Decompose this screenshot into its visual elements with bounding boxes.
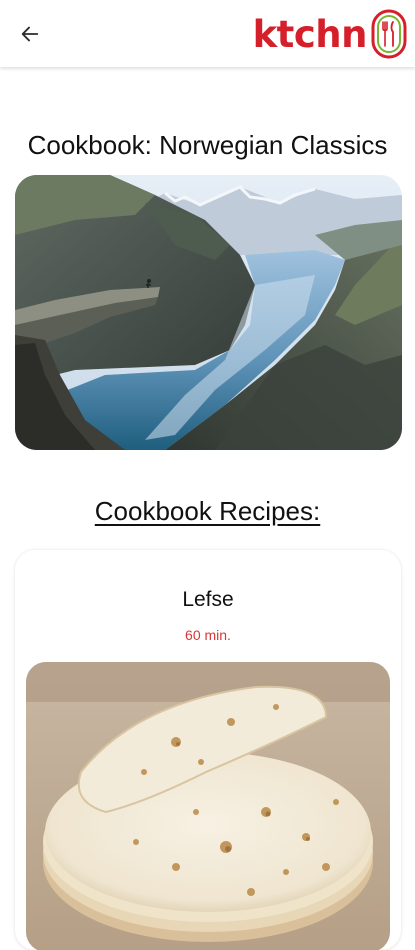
back-button[interactable] xyxy=(14,18,46,50)
arrow-left-icon xyxy=(21,26,39,42)
brand-name: ktchn xyxy=(252,12,368,56)
brand-logo[interactable]: ktchn xyxy=(253,8,407,60)
cookbook-title: Cookbook: Norwegian Classics xyxy=(27,130,388,160)
recipe-time: 60 min. xyxy=(185,627,231,643)
fork-knife-icon xyxy=(371,9,407,59)
recipes-section-heading: Cookbook Recipes: xyxy=(94,496,321,526)
cookbook-cover-image xyxy=(15,175,402,450)
recipe-card[interactable]: Lefse 60 min. xyxy=(15,550,401,950)
recipe-image xyxy=(26,662,390,950)
app-bar: ktchn xyxy=(0,0,415,67)
recipe-name: Lefse xyxy=(182,588,234,611)
